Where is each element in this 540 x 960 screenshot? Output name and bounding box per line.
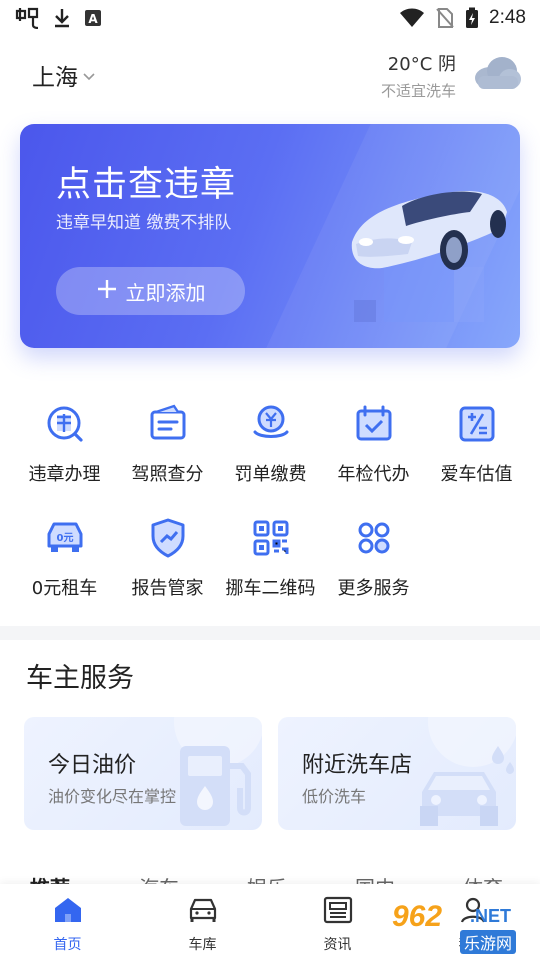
service-label: 0元租车 — [31, 578, 98, 599]
city-label: 上海 — [32, 65, 78, 91]
service-label: 罚单缴费 — [234, 464, 307, 485]
zero-rent-car-icon: 0元 — [43, 516, 87, 560]
service-zero-rent[interactable]: 0元 0元租车 — [13, 510, 116, 624]
service-label: 报告管家 — [131, 578, 204, 599]
nav-garage[interactable]: 车库 — [135, 884, 270, 960]
car-wash-icon — [406, 736, 516, 830]
plus-icon — [96, 278, 118, 305]
garage-car-icon — [186, 896, 220, 928]
watermark-number: 962 — [392, 900, 443, 933]
banner-subtitle: 违章早知道 缴费不排队 — [56, 213, 232, 233]
section-divider — [0, 626, 540, 640]
service-grid: 违章办理 驾照查分 罚单缴费 年检代办 爱车估值 0元 0元租车 报告管家 挪车… — [0, 396, 540, 624]
service-label: 爱车估值 — [440, 464, 513, 485]
service-label: 年检代办 — [337, 464, 410, 485]
nav-label: 首页 — [53, 937, 82, 953]
nav-news[interactable]: 资讯 — [270, 884, 405, 960]
wash-advice: 不适宜洗车 — [380, 82, 456, 100]
nav-label: 车库 — [188, 937, 217, 953]
owner-services-title: 车主服务 — [26, 663, 134, 694]
nav-label: 资讯 — [323, 937, 352, 953]
card-title: 附近洗车店 — [302, 753, 413, 778]
wifi-icon — [399, 8, 425, 28]
service-report[interactable]: 报告管家 — [116, 510, 219, 624]
card-subtitle: 低价洗车 — [302, 787, 367, 806]
service-car-valuation[interactable]: 爱车估值 — [425, 396, 528, 510]
header: 上海 20°C 阴 不适宜洗车 — [0, 44, 540, 104]
service-row-2: 0元 0元租车 报告管家 挪车二维码 更多服务 — [0, 510, 540, 624]
qr-code-icon — [249, 516, 293, 560]
report-shield-icon — [146, 516, 190, 560]
service-row-1: 违章办理 驾照查分 罚单缴费 年检代办 爱车估值 — [0, 396, 540, 510]
service-annual-inspection[interactable]: 年检代办 — [322, 396, 425, 510]
service-violation[interactable]: 违章办理 — [13, 396, 116, 510]
service-label: 违章办理 — [28, 464, 101, 485]
no-sim-icon — [435, 7, 455, 29]
watermark-net: .NET — [470, 906, 512, 926]
annual-inspection-icon — [352, 402, 396, 446]
battery-charging-icon — [465, 7, 479, 29]
status-bar: A 2:48 — [0, 0, 540, 36]
news-icon — [323, 896, 353, 928]
svg-text:A: A — [88, 12, 98, 26]
city-selector[interactable]: 上海 — [32, 58, 96, 92]
cloudy-icon — [472, 54, 522, 94]
car-valuation-icon — [455, 402, 499, 446]
service-label: 驾照查分 — [131, 464, 204, 485]
card-title: 今日油价 — [48, 753, 137, 778]
service-more[interactable]: 更多服务 — [322, 510, 425, 624]
home-icon — [53, 896, 83, 928]
car-wash-card[interactable]: 附近洗车店 低价洗车 — [278, 717, 516, 830]
fine-payment-icon — [249, 402, 293, 446]
more-services-icon — [352, 516, 396, 560]
banner-title: 点击查违章 — [56, 165, 237, 205]
service-license[interactable]: 驾照查分 — [116, 396, 219, 510]
card-subtitle: 油价变化尽在掌控 — [48, 787, 177, 806]
service-qr-code[interactable]: 挪车二维码 — [219, 510, 322, 624]
site-watermark-logo: 962 .NET 乐游网 — [392, 900, 534, 956]
service-label: 挪车二维码 — [225, 578, 316, 599]
svg-text:0元: 0元 — [56, 532, 73, 544]
add-car-button-label: 立即添加 — [125, 280, 206, 305]
chevron-down-icon — [82, 62, 96, 88]
service-fine-payment[interactable]: 罚单缴费 — [219, 396, 322, 510]
download-icon — [52, 7, 72, 29]
weather-info[interactable]: 20°C 阴 不适宜洗车 — [381, 50, 456, 101]
add-car-button[interactable]: 立即添加 — [56, 267, 245, 315]
weather-temperature: 20°C 阴 — [387, 54, 456, 75]
service-label: 更多服务 — [337, 578, 410, 599]
fuel-price-card[interactable]: 今日油价 油价变化尽在掌控 — [24, 717, 262, 830]
nav-home[interactable]: 首页 — [0, 884, 135, 960]
fuel-pump-icon — [166, 726, 262, 830]
clock: 2:48 — [489, 7, 526, 28]
watermark-site-name: 乐游网 — [460, 930, 517, 954]
violation-banner[interactable]: 点击查违章 违章早知道 缴费不排队 立即添加 — [20, 124, 520, 348]
text-app-icon: A — [84, 9, 102, 27]
sports-car-illustration — [342, 172, 512, 326]
violation-icon — [43, 402, 87, 446]
app-notification-icon — [14, 7, 40, 29]
license-icon — [146, 402, 190, 446]
